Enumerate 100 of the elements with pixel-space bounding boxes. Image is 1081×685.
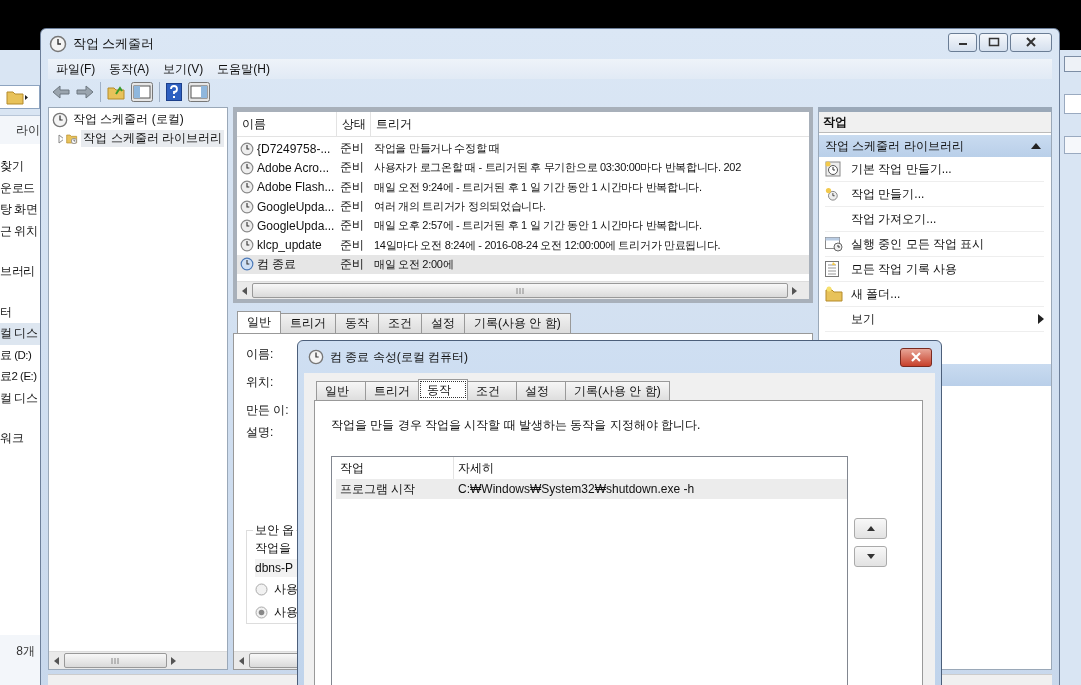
column-header[interactable]: 트리거 <box>371 112 809 136</box>
radio-button[interactable] <box>255 606 268 619</box>
action-item[interactable]: 실행 중인 모든 작업 표시 <box>825 232 1044 257</box>
tree-item[interactable]: 작업 스케줄러 (로컬) <box>71 111 186 128</box>
group-text: 작업을 <box>255 540 292 557</box>
document-icon <box>825 261 839 277</box>
clock-icon <box>240 257 254 272</box>
clock-icon <box>240 141 254 156</box>
description-text: 작업을 만들 경우 작업을 시작할 때 발생하는 동작을 지정해야 합니다. <box>331 417 702 434</box>
navigation-item[interactable]: 워크 <box>0 428 40 450</box>
scroll-left-icon[interactable] <box>54 656 60 665</box>
navigation-item[interactable]: 터 <box>0 301 40 323</box>
tab[interactable]: 트리거 <box>280 313 336 333</box>
minimize-button[interactable] <box>948 32 977 52</box>
collapse-arrow-icon[interactable] <box>1031 143 1041 149</box>
close-icon <box>1025 37 1037 47</box>
navigation-item[interactable]: 브러리 <box>0 261 40 283</box>
action-label: 작업 만들기... <box>851 185 926 203</box>
menu-item[interactable]: 보기(V) <box>163 60 204 78</box>
column-header[interactable]: 상태 <box>337 112 371 136</box>
console-tree-icon[interactable] <box>131 82 153 102</box>
expander-icon[interactable] <box>58 133 64 144</box>
task-trigger: 매일 오전 9:24에 - 트리거된 후 1 일 기간 동안 1 시간마다 반복합니다. <box>373 179 703 195</box>
clock-icon <box>240 238 254 253</box>
scroll-right-icon[interactable] <box>791 286 798 295</box>
tab[interactable]: 일반 <box>316 381 366 400</box>
task-trigger: 14일마다 오전 8:24에 - 2016-08-24 오전 12:00:00에 트리거가 만료됩니다. <box>373 237 722 253</box>
search-field[interactable] <box>1064 94 1081 114</box>
menu-item[interactable]: 파일(F) <box>56 60 96 78</box>
tab[interactable]: 조건 <box>378 313 422 333</box>
action-item[interactable]: 작업 가져오기... <box>825 207 1044 232</box>
menu-item[interactable]: 도움말(H) <box>217 60 270 78</box>
task-row[interactable]: 컴 종료 준비 매일 오전 2:00에 <box>237 254 809 275</box>
navigation-item[interactable]: 료2 (E:) <box>0 366 40 388</box>
scroll-left-icon[interactable] <box>242 286 248 295</box>
navigation-item[interactable]: 찾기 <box>0 156 40 178</box>
tab[interactable]: 설정 <box>516 381 566 400</box>
clock-icon <box>308 349 324 365</box>
action-item[interactable]: 새 폴더... <box>825 282 1044 307</box>
navigation-item[interactable]: 컬 디스 <box>0 323 40 345</box>
task-row[interactable]: GoogleUpda... 준비 여러 개의 트리거가 정의되었습니다. <box>237 196 809 217</box>
clock-icon <box>240 199 254 214</box>
window-button[interactable] <box>1064 56 1081 72</box>
navigation-item[interactable]: 근 위치 <box>0 220 40 242</box>
action-item[interactable]: 작업 만들기... <box>825 182 1044 207</box>
navigation-item[interactable]: 료 (D:) <box>0 344 40 366</box>
column-header[interactable]: 이름 <box>237 112 337 136</box>
action-pane-icon[interactable] <box>188 82 210 102</box>
tab[interactable]: 동작 <box>335 313 379 333</box>
menu-item[interactable]: 동작(A) <box>109 60 150 78</box>
grip-icon <box>515 287 524 294</box>
navigation-item[interactable]: 컬 디스 <box>0 387 40 409</box>
task-row[interactable]: GoogleUpda... 준비 매일 오후 2:57에 - 트리거된 후 1 일 기간 동안 1 시간마다 반복합니다. <box>237 216 809 236</box>
task-row[interactable]: Adobe Acro... 준비 사용자가 로그온할 때 - 트리거된 후 무기한으로 03:30:00마다 반복합니다. 202 <box>237 158 809 178</box>
action-row[interactable]: 프로그램 시작 C:₩Windows₩System32₩shutdown.exe -h <box>336 479 847 499</box>
close-button[interactable] <box>900 347 932 367</box>
column-header[interactable]: 자세히 <box>454 457 847 479</box>
navigation-item[interactable]: 탕 화면 <box>0 199 40 221</box>
tree-item[interactable]: 작업 스케줄러 라이브러리 <box>81 130 224 147</box>
back-arrow-icon[interactable] <box>52 85 70 99</box>
navigation-item[interactable]: 운로드 <box>0 177 40 199</box>
task-status: 준비 <box>339 140 365 158</box>
scrollbar-thumb[interactable] <box>64 653 167 668</box>
window-clock-icon <box>825 236 843 252</box>
close-button[interactable] <box>1010 32 1052 52</box>
move-down-button[interactable] <box>854 546 887 567</box>
tab[interactable]: 동작 <box>418 379 468 400</box>
task-name: 컴 종료 <box>257 255 297 273</box>
action-item[interactable]: 모든 작업 기록 사용 <box>825 257 1044 282</box>
maximize-button[interactable] <box>979 32 1008 52</box>
folder-up-icon[interactable] <box>107 84 125 100</box>
tab[interactable]: 설정 <box>421 313 465 333</box>
section-title: 작업 스케줄러 라이브러리 <box>825 137 964 155</box>
action-item[interactable]: 기본 작업 만들기... <box>825 157 1044 182</box>
radio-button[interactable] <box>255 583 268 596</box>
task-row[interactable]: {D7249758-... 준비 작업을 만들거나 수정할 때 <box>237 139 809 159</box>
address-field[interactable] <box>0 85 40 109</box>
task-trigger: 매일 오후 2:57에 - 트리거된 후 1 일 기간 동안 1 시간마다 반복합니다. <box>373 218 703 234</box>
status-text: 8개 <box>16 643 35 660</box>
horizontal-scrollbar[interactable] <box>237 281 809 299</box>
scrollbar-thumb[interactable] <box>252 283 788 298</box>
task-row[interactable]: Adobe Flash... 준비 매일 오전 9:24에 - 트리거된 후 1 일 기간 동안 1 시간마다 반복합니다. <box>237 177 809 197</box>
close-icon <box>910 352 922 362</box>
tab[interactable]: 트리거 <box>365 381 419 400</box>
tab[interactable]: 일반 <box>237 311 281 333</box>
move-up-button[interactable] <box>854 518 887 539</box>
tab[interactable]: 조건 <box>467 381 517 400</box>
help-icon[interactable] <box>166 83 182 101</box>
action-item[interactable]: 보기 <box>825 307 1044 332</box>
scroll-left-icon[interactable] <box>239 656 245 665</box>
radio-label: 사용 <box>274 581 298 598</box>
forward-arrow-icon[interactable] <box>76 85 94 99</box>
horizontal-scrollbar[interactable] <box>49 651 227 669</box>
task-name: GoogleUpda... <box>257 218 335 233</box>
task-name: {D7249758-... <box>257 141 331 156</box>
tab[interactable]: 기록(사용 안 함) <box>464 313 571 333</box>
scroll-right-icon[interactable] <box>170 656 177 665</box>
tab[interactable]: 기록(사용 안 함) <box>565 381 670 400</box>
task-row[interactable]: klcp_update 준비 14일마다 오전 8:24에 - 2016-08-24 오전 12:00:00에 트리거가 만료됩니다. <box>237 235 809 255</box>
section-header[interactable]: 작업 스케줄러 라이브러리 <box>819 135 1051 157</box>
